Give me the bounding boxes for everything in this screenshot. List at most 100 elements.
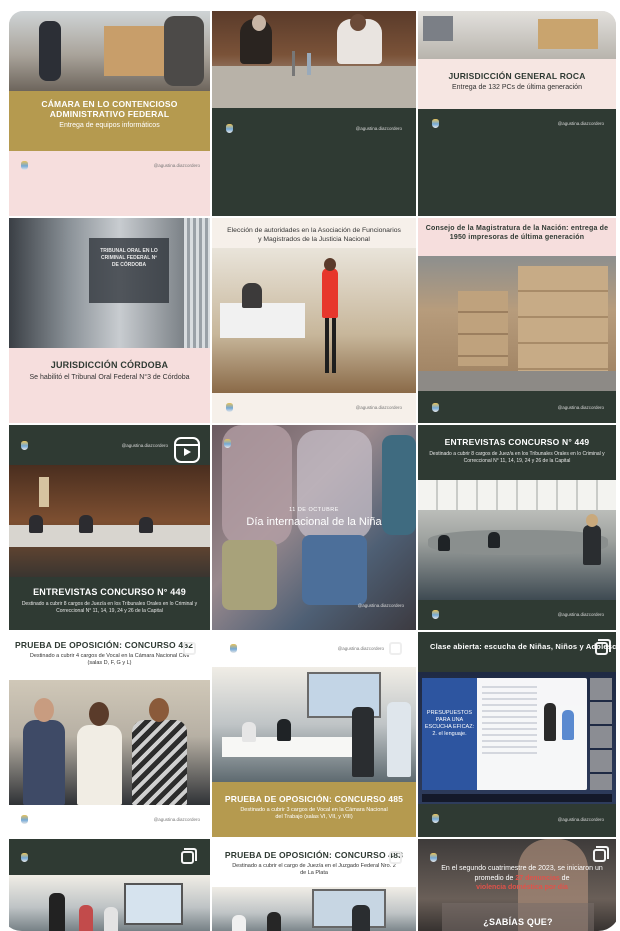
post-subtitle: Entrega de equipos informáticos (59, 122, 160, 129)
post-title: ENTREVISTAS CONCURSO N° 449 (33, 587, 186, 597)
post-title: CÁMARA EN LO CONTENCIOSO ADMINISTRATIVO … (41, 99, 178, 119)
carousel-icon (595, 639, 611, 655)
seal-icon (226, 124, 233, 133)
post-tile-entrevistas-449-a[interactable]: @agustina.diazcordero ENTREVISTAS CONCUR… (9, 425, 210, 630)
post-caption-band: Clase abierta: escucha de Niñas, Niños y… (418, 632, 616, 672)
post-photo (418, 256, 616, 391)
post-caption-band: PRUEBA DE OPOSICIÓN: CONCURSO 485 Destin… (212, 782, 416, 837)
post-subtitle: Destinado a cubrir 8 cargos de Juez/a en… (429, 451, 605, 464)
post-tile-impresoras[interactable]: Consejo de la Magistratura de la Nación:… (418, 218, 616, 423)
post-caption-band: PRUEBA DE OPOSICIÓN: CONCURSO 483 Destin… (212, 839, 416, 887)
post-handle: @agustina.diazcordero (557, 121, 604, 126)
post-footer: @agustina.diazcordero (212, 108, 416, 216)
post-photo (418, 11, 616, 59)
profile-grid-frame: CÁMARA EN LO CONTENCIOSO ADMINISTRATIVO … (0, 0, 620, 931)
post-title: ENTREVISTAS CONCURSO N° 449 (444, 437, 590, 447)
post-caption-band: JURISDICCIÓN CÓRDOBA Se habilitó el Trib… (9, 348, 210, 423)
post-subtitle: Destinado a cubrir 4 cargos de Vocal en … (29, 653, 190, 666)
post-handle: @agustina.diazcordero (557, 405, 604, 410)
post-footer: @agustina.diazcordero (418, 804, 616, 837)
post-footer: @agustina.diazcordero (9, 805, 210, 837)
post-footer: @agustina.diazcordero (418, 391, 616, 423)
post-caption-band: CÁMARA EN LO CONTENCIOSO ADMINISTRATIVO … (9, 91, 210, 159)
seal-icon (432, 814, 439, 823)
post-tile-meeting[interactable]: @agustina.diazcordero (212, 11, 416, 216)
post-title: Consejo de la Magistratura de la Nación:… (425, 225, 609, 241)
seal-icon (430, 853, 437, 862)
carousel-icon (389, 639, 405, 655)
post-header: @agustina.diazcordero (212, 632, 416, 667)
post-footer: @agustina.diazcordero (212, 393, 416, 423)
seal-icon (432, 119, 439, 128)
post-photo (9, 11, 210, 91)
post-footer: @agustina.diazcordero (418, 600, 616, 630)
post-tile-entrevistas-449-b[interactable]: ENTREVISTAS CONCURSO N° 449 Destinado a … (418, 425, 616, 630)
post-caption-band: ENTREVISTAS CONCURSO N° 449 Destinado a … (9, 577, 210, 630)
post-photo (9, 465, 210, 577)
post-photo (9, 875, 210, 931)
post-handle: @agustina.diazcordero (337, 646, 384, 651)
seal-icon (21, 161, 28, 170)
seal-icon (21, 853, 28, 862)
video-slide: PRESUPUESTOS PARA UNA ESCUCHA EFICAZ: 2.… (422, 678, 587, 790)
post-subtitle: Destinado a cubrir 3 cargos de Vocal en … (240, 807, 388, 820)
post-title: Clase abierta: escucha de Niñas, Niños y… (430, 642, 616, 651)
post-handle: @agustina.diazcordero (357, 603, 404, 608)
post-caption-band: PRUEBA DE OPOSICIÓN: CONCURSO 482 Destin… (9, 632, 210, 680)
fact-body: En el segundo cuatrimestre de 2023, se i… (432, 864, 612, 893)
post-photo (212, 667, 416, 782)
fact-text-b: de (559, 874, 570, 882)
post-title: JURISDICCIÓN CÓRDOBA (50, 360, 169, 370)
post-caption-band: Consejo de la Magistratura de la Nación:… (418, 218, 616, 256)
post-tile-audiencia[interactable] (9, 839, 210, 931)
posts-grid: CÁMARA EN LO CONTENCIOSO ADMINISTRATIVO … (9, 11, 616, 931)
slide-title: PRESUPUESTOS PARA UNA ESCUCHA EFICAZ: 2.… (424, 710, 475, 737)
fact-highlight-b: violencia doméstica por día (476, 884, 568, 891)
post-tile-concurso-485[interactable]: @agustina.diazcordero PRUEBA DE OPOSICIÓ… (212, 632, 416, 837)
post-subtitle: Se habilitó el Tribunal Oral Federal N°3… (29, 374, 190, 381)
post-handle: @agustina.diazcordero (355, 126, 402, 131)
post-tile-clase-abierta[interactable]: Clase abierta: escucha de Niñas, Niños y… (418, 632, 616, 837)
post-caption-band: JURISDICCIÓN GENERAL ROCA Entrega de 132… (418, 59, 616, 109)
post-tile-concurso-483[interactable]: PRUEBA DE OPOSICIÓN: CONCURSO 483 Destin… (212, 839, 416, 931)
seal-icon (224, 439, 231, 448)
seal-icon (432, 610, 439, 619)
post-handle: @agustina.diazcordero (153, 163, 200, 168)
post-subtitle: Destinado a cubrir 8 cargos de Juez/a en… (21, 601, 198, 614)
post-tile-dia-nina[interactable]: 11 DE OCTUBRE Día internacional de la Ni… (212, 425, 416, 630)
post-photo (212, 248, 416, 393)
fact-highlight-a: 27 denuncias (515, 874, 560, 882)
post-tile-general-roca[interactable]: JURISDICCIÓN GENERAL ROCA Entrega de 132… (418, 11, 616, 216)
seal-icon (230, 644, 237, 653)
post-photo (418, 480, 616, 600)
post-caption-band: Elección de autoridades en la Asociación… (212, 218, 416, 248)
seal-icon (21, 441, 28, 450)
post-tile-cordoba[interactable]: TRIBUNAL ORAL EN LO CRIMINAL FEDERAL Nº … (9, 218, 210, 423)
post-tile-contencioso[interactable]: CÁMARA EN LO CONTENCIOSO ADMINISTRATIVO … (9, 11, 210, 216)
post-caption-overlay: 11 DE OCTUBRE Día internacional de la Ni… (212, 507, 416, 528)
fact-text-block: ¿SABÍAS QUE? (440, 917, 596, 927)
post-tile-asociacion[interactable]: Elección de autoridades en la Asociación… (212, 218, 416, 423)
post-handle: @agustina.diazcordero (557, 612, 604, 617)
post-title: Día internacional de la Niña (246, 516, 382, 528)
sign-line-3: DE CÓRDOBA (111, 262, 147, 268)
post-footer: @agustina.diazcordero (9, 151, 210, 216)
post-photo (212, 887, 416, 931)
reel-icon (174, 437, 200, 463)
post-tile-concurso-482[interactable]: PRUEBA DE OPOSICIÓN: CONCURSO 482 Destin… (9, 632, 210, 837)
post-photo: PRESUPUESTOS PARA UNA ESCUCHA EFICAZ: 2.… (418, 672, 616, 804)
post-subtitle: Destinado a cubrir el cargo de Juez/a en… (232, 863, 396, 876)
post-photo (212, 11, 416, 108)
post-title: PRUEBA DE OPOSICIÓN: CONCURSO 485 (224, 794, 404, 804)
seal-icon (21, 815, 28, 824)
fact-title: ¿SABÍAS QUE? (483, 917, 553, 927)
post-caption-band: ENTREVISTAS CONCURSO N° 449 Destinado a … (418, 425, 616, 480)
seal-icon (226, 403, 233, 412)
post-title: JURISDICCIÓN GENERAL ROCA (448, 71, 586, 81)
post-photo: TRIBUNAL ORAL EN LO CRIMINAL FEDERAL Nº … (9, 218, 210, 348)
seal-icon (432, 403, 439, 412)
post-header (9, 839, 210, 875)
post-handle: @agustina.diazcordero (557, 817, 604, 822)
post-handle: @agustina.diazcordero (153, 817, 200, 822)
post-title: PRUEBA DE OPOSICIÓN: CONCURSO 483 (224, 850, 404, 860)
